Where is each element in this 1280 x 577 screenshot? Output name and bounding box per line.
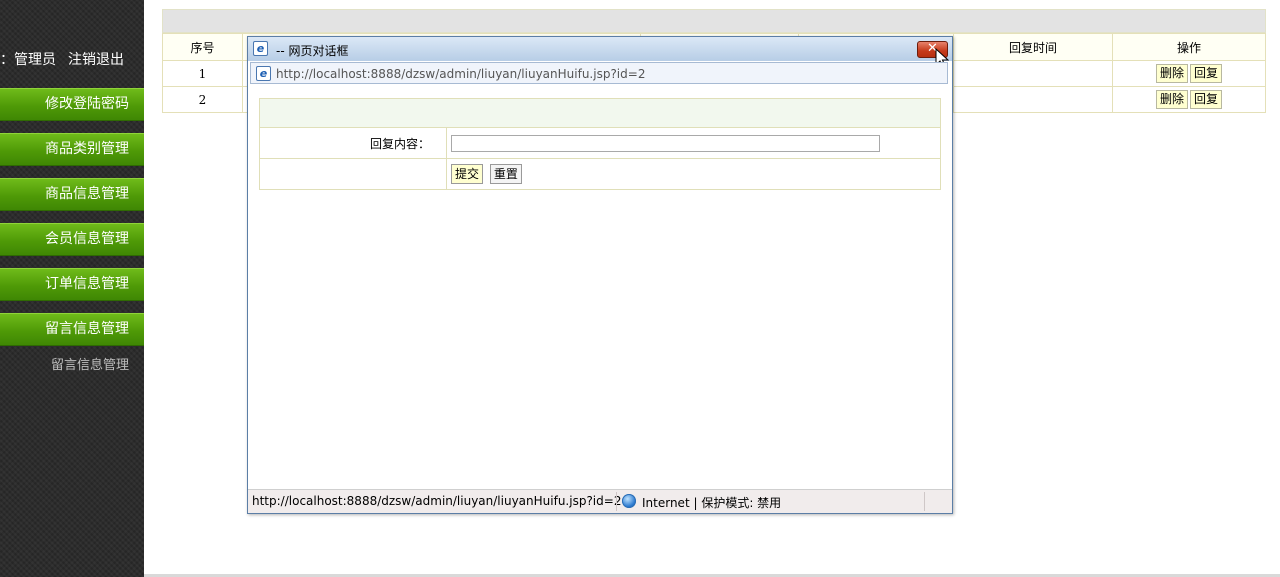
ie-icon: e — [253, 41, 268, 56]
reply-form: 回复内容： 提交 重置 — [259, 98, 941, 190]
logout-link[interactable]: 注销退出 — [68, 49, 124, 69]
page-icon: e — [256, 66, 271, 81]
dialog-status-bar: http://localhost:8888/dzsw/admin/liuyan/… — [248, 489, 952, 513]
menu-product-management[interactable]: 商品信息管理 — [0, 178, 144, 211]
reply-button[interactable]: 回复 — [1190, 90, 1223, 109]
row-index: 1 — [162, 60, 243, 87]
menu-message-management[interactable]: 留言信息管理 — [0, 313, 144, 346]
current-user-label: ：管理员 — [0, 52, 56, 68]
status-security-zone: Internet | 保护模式: 禁用 — [642, 496, 782, 510]
dialog-address-bar: e http://localhost:8888/dzsw/admin/liuya… — [250, 62, 948, 84]
row-index: 2 — [162, 86, 243, 113]
web-dialog: e -- 网页对话框 ✕ e http://localhost:8888/dzs… — [247, 36, 953, 514]
dialog-content: 回复内容： 提交 重置 — [248, 87, 952, 489]
submenu-message-management[interactable]: 留言信息管理 — [0, 354, 144, 373]
status-url: http://localhost:8888/dzsw/admin/liuyan/… — [252, 494, 622, 508]
dialog-title: -- 网页对话框 — [276, 44, 349, 58]
col-reply-time-header: 回复时间 — [953, 33, 1113, 61]
sidebar: ：管理员 注销退出 修改登陆密码 商品类别管理 商品信息管理 会员信息管理 订单… — [0, 0, 144, 577]
form-header-bar — [259, 98, 941, 128]
submit-button[interactable]: 提交 — [451, 164, 484, 184]
delete-button[interactable]: 删除 — [1155, 64, 1188, 83]
menu-order-management[interactable]: 订单信息管理 — [0, 268, 144, 301]
menu-change-password[interactable]: 修改登陆密码 — [0, 88, 144, 121]
row-actions: 删除 回复 — [1112, 60, 1266, 87]
reset-button[interactable]: 重置 — [489, 164, 522, 184]
menu-member-management[interactable]: 会员信息管理 — [0, 223, 144, 256]
reply-content-input[interactable] — [451, 134, 880, 152]
menu-category-management[interactable]: 商品类别管理 — [0, 133, 144, 166]
reply-button[interactable]: 回复 — [1190, 64, 1223, 83]
reply-content-label: 回复内容： — [259, 127, 447, 159]
user-info: ：管理员 注销退出 — [0, 49, 144, 69]
dialog-titlebar[interactable]: e -- 网页对话框 ✕ — [248, 37, 952, 61]
globe-icon — [622, 494, 636, 508]
address-url: http://localhost:8888/dzsw/admin/liuyan/… — [276, 67, 646, 81]
col-index-header: 序号 — [162, 33, 243, 61]
delete-button[interactable]: 删除 — [1155, 90, 1188, 109]
col-actions-header: 操作 — [1112, 33, 1266, 61]
row-actions: 删除 回复 — [1112, 86, 1266, 113]
table-title-bar — [162, 9, 1266, 33]
